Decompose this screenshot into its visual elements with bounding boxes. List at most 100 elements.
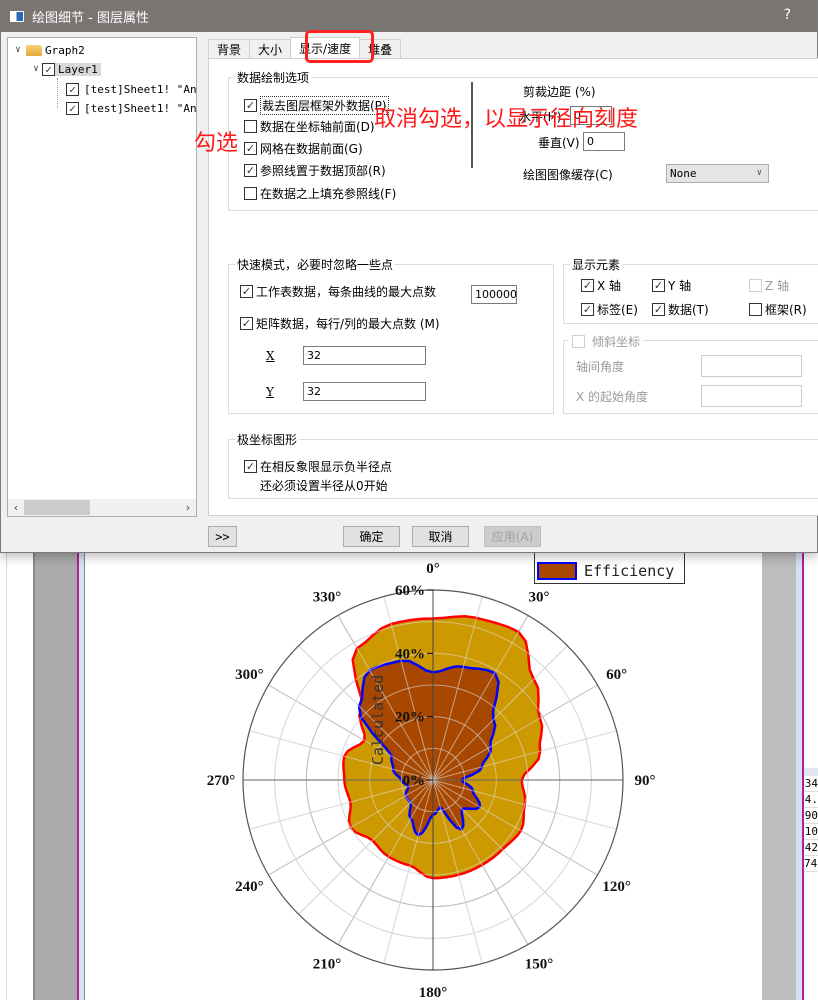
cancel-button[interactable]: 取消 [412,526,469,547]
option-reference-on-top[interactable]: 参照线置于数据顶部(R) [244,162,386,179]
option-x-axis[interactable]: X 轴 [581,277,621,294]
tree-item-graph[interactable]: ∨ Graph2 [12,41,84,59]
axis-angle-input [701,355,802,377]
polar-group: 极坐标图形 在相反象限显示负半径点 还必须设置半径从0开始 [228,431,818,499]
apply-button: 应用(A) [484,526,541,547]
fill-reference-checkbox[interactable] [244,187,257,200]
legend-label: Efficiency [584,562,675,580]
option-label: 框架(R) [765,303,807,317]
ok-button[interactable]: 确定 [343,526,400,547]
plot-checkbox[interactable] [66,82,79,96]
skew-checkbox [572,335,585,348]
angular-tick-label: 300° [235,667,264,683]
help-button[interactable]: ? [784,7,791,23]
frame-checkbox[interactable] [749,303,762,316]
option-negative-radius[interactable]: 在相反象限显示负半径点 [244,458,392,475]
radial-tick-label: 60% [395,583,425,599]
worksheet-cell[interactable]: 342 [804,840,818,856]
angular-tick-label: 330° [313,589,342,605]
option-frame[interactable]: 框架(R) [749,301,807,318]
option-worksheet-max-points[interactable]: 工作表数据，每条曲线的最大点数 [240,283,436,300]
tab-background[interactable]: 背景 [208,39,251,59]
plot-details-dialog: 绘图细节 - 图层属性 ? ∨ Graph2 ∨ Layer1 [test]Sh… [0,0,818,553]
reference-on-top-checkbox[interactable] [244,164,257,177]
scroll-left-icon[interactable]: ‹ [8,501,24,514]
matrix-max-points-checkbox[interactable] [240,317,253,330]
option-labels[interactable]: 标签(E) [581,301,638,318]
option-fill-reference[interactable]: 在数据之上填充参照线(F) [244,185,396,202]
matrix-y-input[interactable]: 32 [303,382,426,401]
angular-tick-label: 60° [606,667,627,683]
image-cache-select[interactable]: None ∨ [666,164,769,183]
window-icon [10,11,24,22]
legend-entry: Efficiency [537,561,674,581]
x-axis-checkbox[interactable] [581,279,594,292]
y-axis-checkbox[interactable] [652,279,665,292]
tree-horizontal-scrollbar[interactable]: ‹ › [8,499,196,516]
option-data-before-axes[interactable]: 数据在坐标轴前面(D) [244,118,375,135]
legend-swatch [537,562,577,580]
tree-connector [57,78,58,108]
layer-tree[interactable]: ∨ Graph2 ∨ Layer1 [test]Sheet1! "An [tes… [7,37,197,517]
option-label: X 轴 [597,279,622,293]
tree-item-plot[interactable]: [test]Sheet1! "An [66,99,197,117]
worksheet-header [804,768,818,776]
x-start-angle-input [701,385,802,407]
angular-tick-label: 0° [426,561,440,577]
polar-chart[interactable]: 0% 20% 40% 60% Calculated 0° 30° 60° 90° 120° 150°… [0,540,760,1000]
matrix-x-input[interactable]: 32 [303,346,426,365]
option-label: 数据(T) [668,303,709,317]
option-z-axis: Z 轴 [749,277,789,294]
layer-checkbox[interactable] [42,62,55,76]
scroll-thumb[interactable] [24,500,90,515]
expand-button[interactable]: >> [208,526,237,547]
matrix-y-label: Y [266,385,274,399]
plot-checkbox[interactable] [66,101,79,115]
grid-before-data-checkbox[interactable] [244,142,257,155]
data-checkbox[interactable] [652,303,665,316]
annotation-uncheck: 取消勾选，以显示径向刻度 [374,107,639,132]
worksheet-cell[interactable]: 434 [804,776,818,792]
option-y-axis[interactable]: Y 轴 [652,277,691,294]
dialog-titlebar[interactable]: 绘图细节 - 图层属性 ? [1,1,817,32]
scroll-right-icon[interactable]: › [180,501,196,514]
worksheet-cell[interactable]: .84 [804,792,818,808]
worksheet-max-points-checkbox[interactable] [240,285,253,298]
data-before-axes-checkbox[interactable] [244,120,257,133]
clip-data-checkbox[interactable] [244,99,257,112]
worksheet-cell[interactable]: 090 [804,808,818,824]
vertical-margin-input[interactable]: 0 [583,132,625,151]
fast-mode-group: 快速模式，必要时忽略一些点 工作表数据，每条曲线的最大点数 100000 矩阵数… [228,256,554,414]
option-data[interactable]: 数据(T) [652,301,709,318]
worksheet-cell[interactable]: 74 [804,856,818,872]
option-grid-before-data[interactable]: 网格在数据前面(G) [244,140,363,157]
tab-highlight-box [305,30,374,63]
tree-item-label: [test]Sheet1! "An [84,82,197,96]
tab-size[interactable]: 大小 [249,39,292,59]
option-matrix-max-points[interactable]: 矩阵数据，每行/列的最大点数 (M) [240,315,440,332]
group-title: 倾斜坐标 [592,335,641,349]
angular-tick-label: 180° [419,985,448,1000]
worksheet-max-points-input[interactable]: 100000 [471,285,517,304]
chevron-down-icon[interactable]: ∨ [30,64,42,74]
angular-tick-label: 270° [207,773,236,789]
plot-options-group: 数据绘制选项 裁去图层框架外数据(P) 数据在坐标轴前面(D) 网格在数据前面(… [228,69,818,211]
radial-tick-label: 20% [395,710,425,726]
chevron-down-icon[interactable]: ∨ [12,45,24,55]
option-clip-data[interactable]: 裁去图层框架外数据(P) [244,96,389,115]
folder-icon [26,44,42,56]
dialog-title: 绘图细节 - 图层属性 [32,11,149,26]
option-label: 网格在数据前面(G) [260,142,363,156]
labels-checkbox[interactable] [581,303,594,316]
tree-item-layer[interactable]: ∨ Layer1 [30,60,101,78]
tree-item-label: [test]Sheet1! "An [84,101,197,115]
chevron-down-icon: ∨ [756,168,762,178]
angular-tick-label: 150° [525,957,554,973]
worksheet-cell[interactable]: 010 [804,824,818,840]
negative-radius-checkbox[interactable] [244,460,257,473]
option-label: 在数据之上填充参照线(F) [260,187,397,201]
tree-item-plot[interactable]: [test]Sheet1! "An [66,80,197,98]
radial-axis-title: Calculated [369,675,387,765]
image-cache-value: None [670,167,697,180]
option-label: Z 轴 [765,279,790,293]
